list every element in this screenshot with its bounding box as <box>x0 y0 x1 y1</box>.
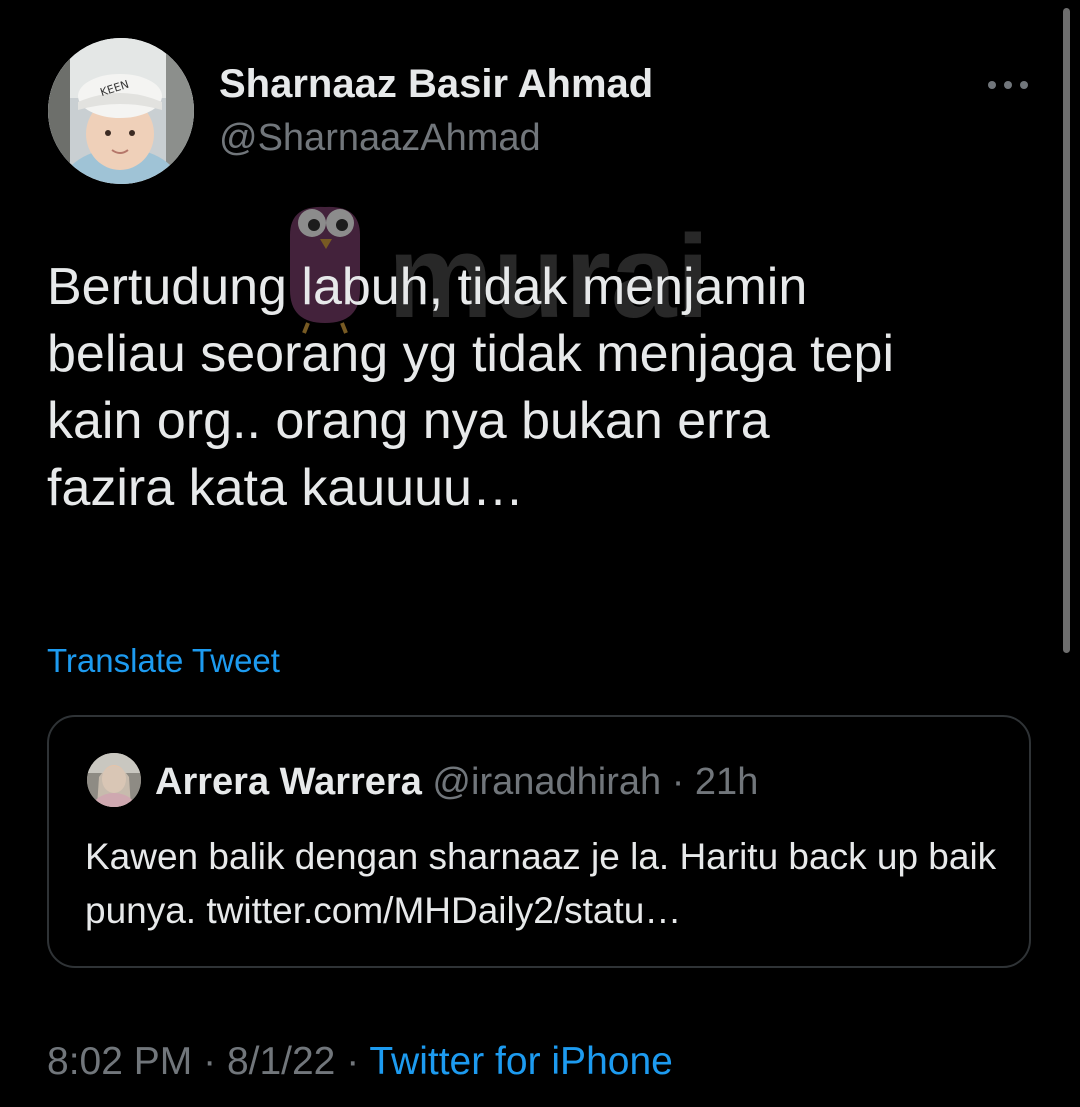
quoted-author-handle[interactable]: @iranadhirah <box>432 761 661 803</box>
author-avatar-image: KEEN <box>48 38 194 184</box>
quoted-separator: · <box>671 761 685 803</box>
tweet-text: Bertudung labuh, tidak menjamin beliau s… <box>47 258 895 517</box>
author-avatar[interactable]: KEEN <box>48 38 194 184</box>
tweet-time[interactable]: 8:02 PM <box>47 1040 192 1083</box>
scrollbar-thumb[interactable] <box>1063 8 1070 653</box>
metadata-separator: · <box>346 1040 360 1083</box>
quoted-author-display-name[interactable]: Arrera Warrera <box>155 761 422 803</box>
quoted-tweet-text: Kawen balik dengan sharnaaz je la. Harit… <box>85 836 997 931</box>
author-handle[interactable]: @SharnaazAhmad <box>219 117 541 160</box>
more-options-button[interactable] <box>980 68 1036 102</box>
tweet-date[interactable]: 8/1/22 <box>227 1040 335 1083</box>
tweet: KEEN Sharnaaz Basir Ahmad @SharnaazAhmad… <box>0 0 1080 1107</box>
quoted-author-avatar[interactable] <box>87 753 141 807</box>
tweet-source-link[interactable]: Twitter for iPhone <box>369 1040 672 1083</box>
metadata-separator: · <box>203 1040 217 1083</box>
quoted-tweet-card[interactable]: Arrera Warrera @iranadhirah · 21h Kawen … <box>47 715 1031 968</box>
quoted-author-avatar-image <box>87 753 141 807</box>
tweet-metadata: 8:02 PM · 8/1/22 · Twitter for iPhone <box>47 1040 673 1084</box>
quoted-tweet-time[interactable]: 21h <box>695 761 758 803</box>
translate-tweet-link[interactable]: Translate Tweet <box>47 642 280 680</box>
quoted-tweet-header: Arrera Warrera @iranadhirah · 21h <box>155 761 758 804</box>
more-horizontal-icon <box>988 81 1028 89</box>
author-display-name[interactable]: Sharnaaz Basir Ahmad <box>219 62 653 107</box>
